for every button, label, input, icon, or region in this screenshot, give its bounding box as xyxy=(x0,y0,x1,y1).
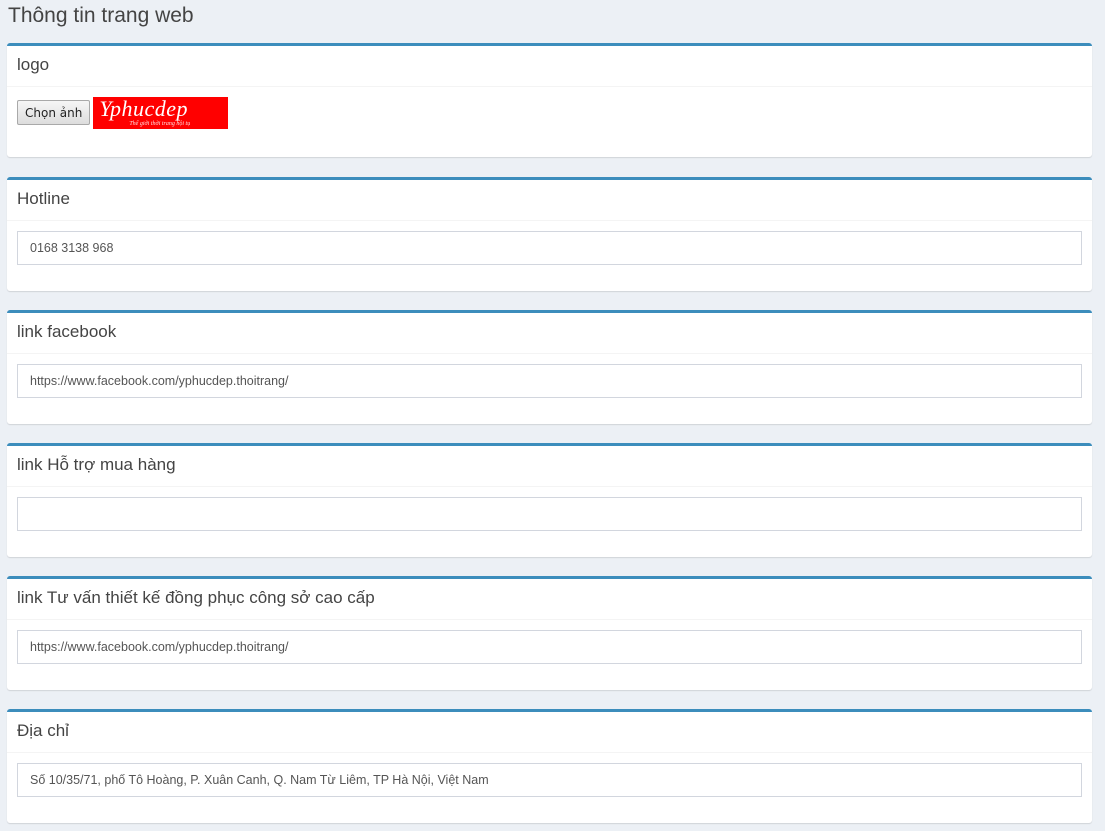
hotline-panel: Hotline xyxy=(7,177,1092,291)
facebook-link-input[interactable] xyxy=(17,364,1082,398)
purchase-support-link-input[interactable] xyxy=(17,497,1082,531)
uniform-consulting-link-panel: link Tư vấn thiết kế đồng phục công sở c… xyxy=(7,576,1092,690)
hotline-label: Hotline xyxy=(7,180,1092,221)
logo-image: Yphucdep Thế giới thời trang hội tụ xyxy=(93,97,229,129)
logo-text: Yphucdep xyxy=(99,97,189,121)
logo-row: Chọn ảnh Yphucdep Thế giới thời trang hộ… xyxy=(7,87,1092,139)
address-panel: Địa chỉ xyxy=(7,709,1092,823)
facebook-link-panel: link facebook xyxy=(7,310,1092,424)
facebook-link-label: link facebook xyxy=(7,313,1092,354)
purchase-support-link-panel: link Hỗ trợ mua hàng xyxy=(7,443,1092,557)
logo-tagline: Thế giới thời trang hội tụ xyxy=(129,121,191,127)
hotline-input[interactable] xyxy=(17,231,1082,265)
address-input[interactable] xyxy=(17,763,1082,797)
logo-panel: logo Chọn ảnh Yphucdep Thế giới thời tra… xyxy=(7,43,1092,157)
uniform-consulting-link-input[interactable] xyxy=(17,630,1082,664)
choose-image-button[interactable]: Chọn ảnh xyxy=(17,100,91,125)
logo-label: logo xyxy=(7,46,1092,87)
uniform-consulting-link-label: link Tư vấn thiết kế đồng phục công sở c… xyxy=(7,579,1092,620)
address-label: Địa chỉ xyxy=(7,712,1092,753)
purchase-support-link-label: link Hỗ trợ mua hàng xyxy=(7,446,1092,487)
page-title: Thông tin trang web xyxy=(8,4,194,27)
